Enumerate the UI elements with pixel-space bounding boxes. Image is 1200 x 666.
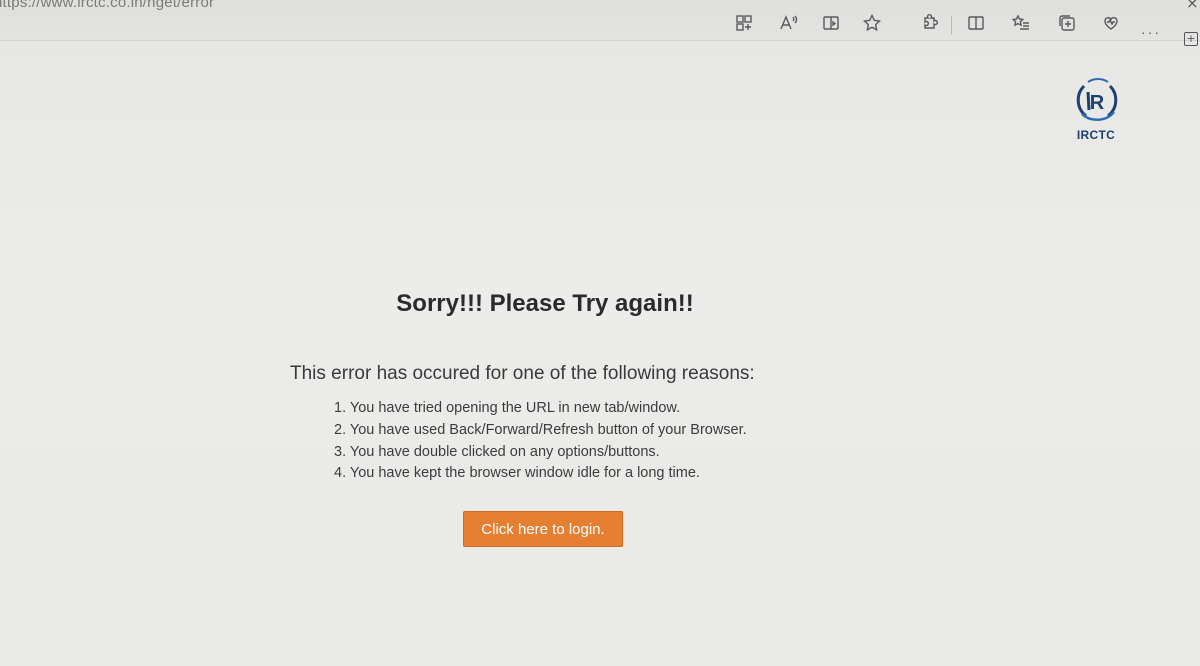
- irctc-logo: R IRCTC: [1064, 74, 1128, 144]
- browser-essentials-heart-icon[interactable]: [1100, 12, 1122, 34]
- app-grid-icon[interactable]: [733, 12, 755, 34]
- extensions-puzzle-icon[interactable]: [918, 12, 940, 34]
- svg-text:R: R: [1090, 92, 1105, 114]
- collections-icon[interactable]: [1056, 12, 1078, 34]
- irctc-logo-text: IRCTC: [1076, 128, 1116, 142]
- error-heading: Sorry!!! Please Try again!!: [396, 290, 694, 317]
- reasons-list: 1. You have tried opening the URL in new…: [334, 398, 747, 485]
- list-item: 1. You have tried opening the URL in new…: [334, 400, 681, 416]
- login-button[interactable]: Click here to login.: [463, 511, 623, 547]
- close-icon[interactable]: ×: [1186, 0, 1199, 12]
- favorite-star-icon[interactable]: [861, 12, 883, 34]
- list-item: 3. You have double clicked on any option…: [334, 443, 660, 460]
- address-bar-url[interactable]: https://www.irctc.co.in/nget/error: [0, 0, 214, 11]
- error-subheading: This error has occured for one of the fo…: [290, 363, 755, 384]
- settings-more-icon[interactable]: ···: [1141, 25, 1161, 39]
- sidebar-add-icon[interactable]: +: [1184, 32, 1198, 46]
- favorites-list-icon[interactable]: [1010, 12, 1032, 34]
- list-item: 2. You have used Back/Forward/Refresh bu…: [334, 421, 747, 438]
- browser-toolbar: https://www.irctc.co.in/nget/error ··· +…: [0, 0, 1200, 46]
- irctc-emblem-icon: R: [1076, 78, 1118, 121]
- read-aloud-icon[interactable]: [777, 12, 799, 34]
- toolbar-separator: [951, 16, 952, 34]
- list-item: 4. You have kept the browser window idle…: [334, 465, 700, 482]
- split-screen-icon[interactable]: [965, 12, 987, 34]
- immersive-reader-icon[interactable]: [820, 12, 842, 34]
